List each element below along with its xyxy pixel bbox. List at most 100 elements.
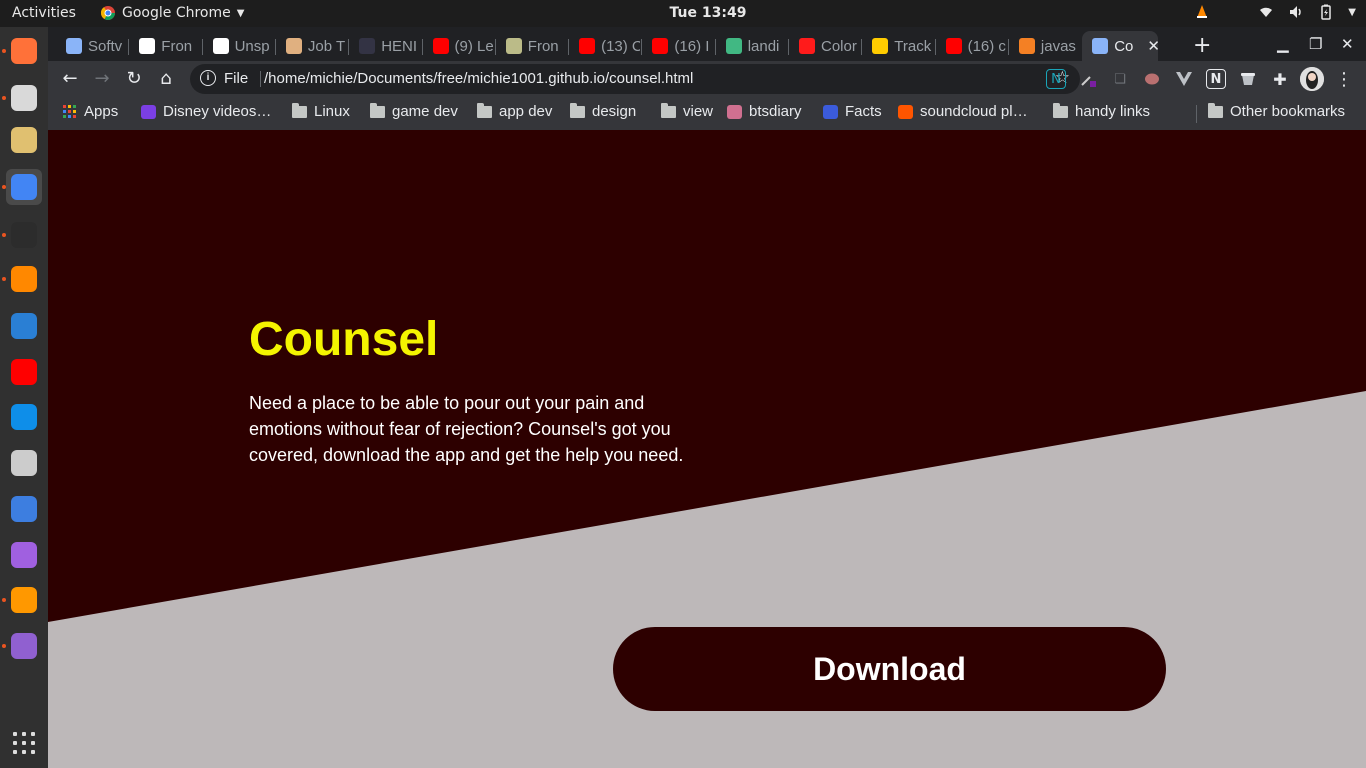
bookmark-view[interactable]: view: [661, 102, 714, 120]
browser-tab[interactable]: (13) C: [569, 31, 640, 61]
browser-tab[interactable]: Unsp: [203, 31, 274, 61]
minimize-button[interactable]: ▁: [1277, 35, 1289, 53]
extension-cup-icon[interactable]: [1238, 69, 1258, 89]
rhythmbox-icon[interactable]: [6, 122, 42, 158]
bookmark-btsdiary[interactable]: btsdiary: [727, 103, 802, 120]
extensions-puzzle-icon[interactable]: ✚: [1270, 69, 1290, 89]
system-top-bar: Activities Google Chrome ▼ Tue 13:49 ▼: [0, 0, 1366, 27]
bookmark-extension-icon[interactable]: ❏: [1110, 69, 1130, 89]
site-favicon-icon: [898, 104, 913, 119]
bookmark-game-dev[interactable]: game dev: [370, 102, 458, 120]
browser-tab[interactable]: (16) c: [936, 31, 1007, 61]
browser-tab[interactable]: Fron: [496, 31, 567, 61]
chevron-down-icon[interactable]: ▼: [1348, 7, 1356, 18]
bookmark-soundcloud-pl[interactable]: soundcloud pl…: [898, 103, 1028, 120]
youtube-music-icon[interactable]: [6, 354, 42, 390]
rhythmbox-icon-glyph: [11, 127, 37, 153]
browser-tab[interactable]: Color: [789, 31, 860, 61]
browser-tab[interactable]: Co ✕: [1082, 31, 1159, 61]
bookmark-handy-links[interactable]: handy links: [1053, 102, 1150, 120]
profile-avatar[interactable]: [1300, 67, 1324, 91]
running-indicator: [2, 96, 6, 100]
wifi-icon[interactable]: [1258, 4, 1274, 20]
close-tab-icon[interactable]: ✕: [1147, 37, 1158, 55]
forward-button[interactable]: →: [90, 67, 114, 91]
kdenlive-icon[interactable]: [6, 628, 42, 664]
tab-favicon-icon: [505, 38, 522, 54]
other-bookmarks[interactable]: Other bookmarks: [1208, 102, 1345, 120]
battery-icon[interactable]: [1318, 4, 1334, 20]
browser-tab[interactable]: javas: [1009, 31, 1080, 61]
bookmark-label: design: [592, 103, 637, 120]
tab-title: Softv: [88, 37, 123, 55]
maximize-button[interactable]: ❐: [1309, 35, 1322, 53]
firefox-icon[interactable]: [6, 33, 42, 69]
color-picker-icon[interactable]: [1078, 69, 1098, 89]
teamviewer-icon[interactable]: [6, 399, 42, 435]
browser-tab[interactable]: HENI: [349, 31, 420, 61]
url-text[interactable]: /home/michie/Documents/free/michie1001.g…: [264, 70, 693, 87]
system-tray[interactable]: ▼: [1194, 4, 1356, 20]
files-icon-glyph: [11, 85, 37, 111]
new-tab-button[interactable]: +: [1193, 33, 1211, 58]
tab-title: Co: [1114, 37, 1134, 55]
browser-window: + ▁ ❐ ✕ Softv Fron Unsp Job T HENI (9) Le Fron…: [48, 27, 1366, 130]
bookmark-facts[interactable]: Facts: [823, 103, 882, 120]
reload-button[interactable]: ↻: [122, 67, 146, 91]
krita-icon[interactable]: [6, 491, 42, 527]
chrome-icon[interactable]: [6, 169, 42, 205]
browser-tab[interactable]: Job T: [276, 31, 347, 61]
browser-tab[interactable]: landi: [716, 31, 787, 61]
site-favicon-icon: [727, 104, 742, 119]
vue-devtools-icon[interactable]: [1174, 69, 1194, 89]
download-button[interactable]: Download: [613, 627, 1166, 711]
folder-icon: [661, 102, 676, 118]
bookmark-disney-videos[interactable]: Disney videos…: [141, 103, 271, 120]
back-button[interactable]: ←: [58, 67, 82, 91]
bookmark-linux[interactable]: Linux: [292, 102, 350, 120]
hero-diagonal-panel: [48, 130, 1366, 622]
running-indicator: [2, 49, 6, 53]
inkscape-icon[interactable]: [6, 445, 42, 481]
bookmark-app-dev[interactable]: app dev: [477, 102, 552, 120]
bookmark-label: btsdiary: [749, 103, 802, 120]
tab-favicon-icon: [1092, 38, 1109, 54]
writer-icon[interactable]: [6, 308, 42, 344]
volume-icon[interactable]: [1288, 4, 1304, 20]
bookmark-apps[interactable]: Apps: [63, 103, 118, 120]
sublime-text-icon[interactable]: [6, 582, 42, 618]
tab-title: Fron: [527, 37, 559, 55]
bookmark-label: Linux: [314, 103, 350, 120]
show-applications-icon[interactable]: [13, 732, 35, 754]
address-bar[interactable]: i File /home/michie/Documents/free/michi…: [190, 64, 1080, 94]
bookmark-design[interactable]: design: [570, 102, 637, 120]
folder-icon: [477, 102, 492, 118]
site-info-icon[interactable]: i: [200, 70, 216, 86]
tab-title: landi: [747, 37, 780, 55]
home-icon[interactable]: ⌂: [154, 67, 178, 91]
vlc-icon[interactable]: [6, 261, 42, 297]
clock[interactable]: Tue 13:49: [0, 5, 1366, 21]
browser-tab[interactable]: (16) I: [642, 31, 713, 61]
notion-icon[interactable]: N: [1206, 69, 1226, 89]
terminal-icon[interactable]: [6, 217, 42, 253]
tab-title: Track: [894, 37, 932, 55]
vlc-tray-icon[interactable]: [1194, 4, 1210, 20]
browser-tab[interactable]: (9) Le: [423, 31, 494, 61]
apps-grid-icon: [63, 104, 76, 118]
bookmark-label: view: [683, 103, 714, 120]
browser-tab[interactable]: Fron: [129, 31, 200, 61]
kde-connect-icon-glyph: [11, 542, 37, 568]
files-icon[interactable]: [6, 80, 42, 116]
notion-web-clipper-icon[interactable]: N: [1046, 69, 1066, 89]
browser-tab[interactable]: Softv: [56, 31, 127, 61]
tab-favicon-icon: [139, 38, 156, 54]
sublime-text-icon-glyph: [11, 587, 37, 613]
tab-favicon-icon: [359, 38, 376, 54]
extension-brain-icon[interactable]: [1142, 69, 1162, 89]
kde-connect-icon[interactable]: [6, 537, 42, 573]
vlc-icon-glyph: [11, 266, 37, 292]
close-window-button[interactable]: ✕: [1341, 35, 1354, 53]
browser-tab[interactable]: Track: [862, 31, 933, 61]
chrome-menu-icon[interactable]: ⋮: [1334, 69, 1354, 90]
